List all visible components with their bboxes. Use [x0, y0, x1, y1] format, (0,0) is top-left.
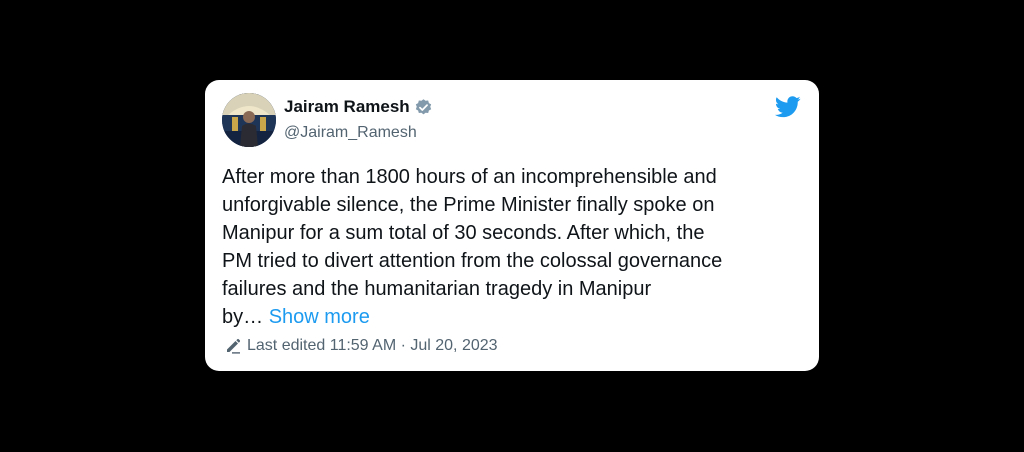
edited-timestamp: Last edited 11:59 AM · Jul 20, 2023 — [247, 337, 498, 354]
pencil-icon — [225, 338, 241, 354]
edited-info[interactable]: Last edited 11:59 AM · Jul 20, 2023 — [225, 337, 498, 355]
tweet-body: After more than 1800 hours of an incompr… — [222, 166, 723, 328]
avatar-image — [222, 93, 276, 147]
author-name-row: Jairam Ramesh — [284, 97, 433, 117]
author-name[interactable]: Jairam Ramesh — [284, 97, 410, 117]
author-handle[interactable]: @Jairam_Ramesh — [284, 123, 417, 143]
show-more-link[interactable]: Show more — [269, 306, 370, 328]
twitter-bird-icon[interactable] — [774, 96, 801, 118]
verified-badge-icon — [414, 98, 433, 117]
avatar[interactable] — [222, 93, 276, 147]
tweet-text: After more than 1800 hours of an incompr… — [222, 163, 807, 331]
tweet-card[interactable]: Jairam Ramesh @Jairam_Ramesh After more … — [205, 80, 819, 371]
